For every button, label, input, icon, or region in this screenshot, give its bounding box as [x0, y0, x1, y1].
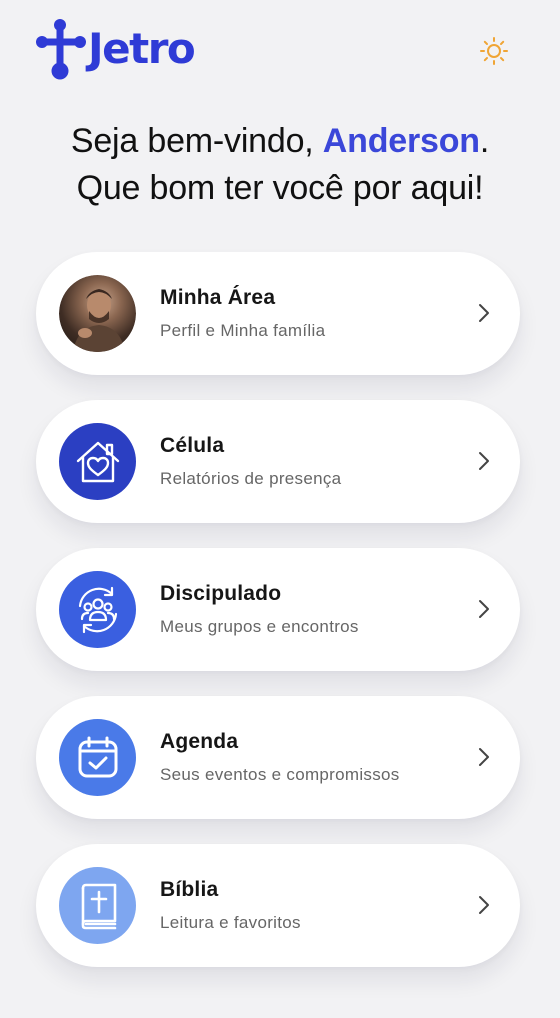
- chevron-right-icon: [479, 600, 489, 618]
- group-cycle-icon: [59, 571, 136, 648]
- menu-card-celula[interactable]: Célula Relatórios de presença: [36, 400, 520, 523]
- avatar-photo: [73, 289, 125, 352]
- chevron-right-icon: [479, 896, 489, 914]
- sun-icon: [480, 37, 508, 65]
- menu-card-title: Bíblia: [160, 878, 219, 901]
- theme-toggle-button[interactable]: [476, 33, 512, 69]
- bible-icon: [59, 867, 136, 944]
- menu-card-text: Agenda Seus eventos e compromissos: [160, 730, 400, 785]
- menu-card-subtitle: Perfil e Minha família: [160, 321, 326, 340]
- menu-list: Minha Área Perfil e Minha família Célula…: [36, 252, 520, 992]
- menu-card-subtitle: Seus eventos e compromissos: [160, 765, 400, 784]
- welcome-suffix: .: [479, 122, 490, 160]
- user-name: Anderson: [322, 122, 480, 160]
- menu-card-title: Discipulado: [160, 582, 282, 605]
- menu-card-subtitle: Relatórios de presença: [160, 469, 342, 488]
- welcome-message: Seja bem-vindo, Anderson. Que bom ter vo…: [0, 118, 560, 212]
- menu-card-subtitle: Meus grupos e encontros: [160, 617, 359, 636]
- menu-card-text: Bíblia Leitura e favoritos: [160, 878, 301, 933]
- welcome-prefix: Seja bem-vindo,: [70, 122, 323, 160]
- welcome-line-1: Seja bem-vindo, Anderson.: [0, 118, 560, 165]
- calendar-check-icon: [59, 719, 136, 796]
- menu-card-text: Discipulado Meus grupos e encontros: [160, 582, 359, 637]
- menu-card-agenda[interactable]: Agenda Seus eventos e compromissos: [36, 696, 520, 819]
- menu-card-text: Célula Relatórios de presença: [160, 434, 341, 489]
- welcome-line-2: Que bom ter você por aqui!: [76, 169, 484, 207]
- menu-card-title: Minha Área: [160, 286, 276, 309]
- menu-card-minha-area[interactable]: Minha Área Perfil e Minha família: [36, 252, 520, 375]
- avatar: [59, 275, 136, 352]
- logo-text: Jetro: [88, 23, 196, 73]
- logo-mark-icon: [36, 19, 86, 80]
- menu-card-text: Minha Área Perfil e Minha família: [160, 286, 325, 341]
- menu-card-title: Célula: [160, 434, 225, 457]
- chevron-right-icon: [479, 304, 489, 322]
- chevron-right-icon: [479, 748, 489, 766]
- menu-card-discipulado[interactable]: Discipulado Meus grupos e encontros: [36, 548, 520, 671]
- chevron-right-icon: [479, 452, 489, 470]
- app-header: Jetro: [0, 0, 560, 110]
- menu-card-title: Agenda: [160, 730, 239, 753]
- menu-card-subtitle: Leitura e favoritos: [160, 913, 301, 932]
- house-heart-icon: [59, 423, 136, 500]
- menu-card-biblia[interactable]: Bíblia Leitura e favoritos: [36, 844, 520, 967]
- jetro-logo: Jetro: [34, 18, 196, 82]
